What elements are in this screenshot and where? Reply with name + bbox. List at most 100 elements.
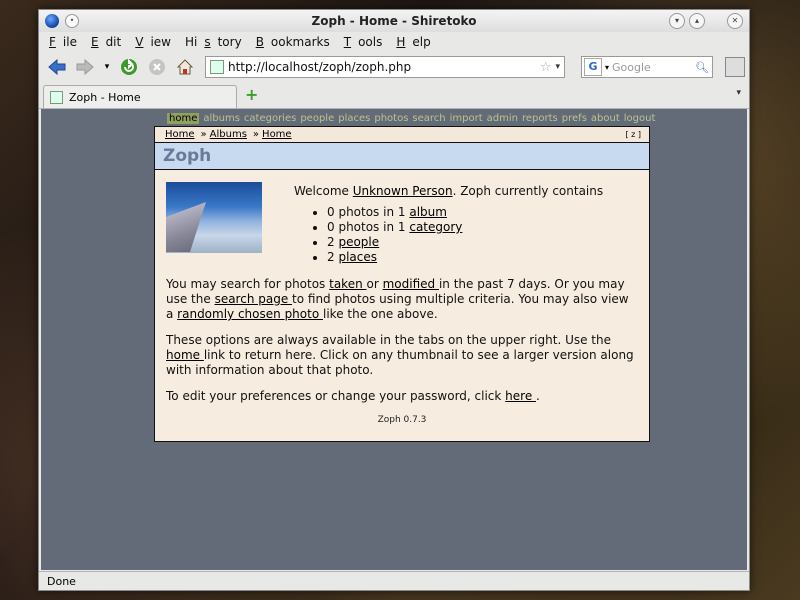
minimize-button[interactable]: ▾ (669, 13, 685, 29)
browser-window: • Zoph - Home - Shiretoko ▾ ▴ ✕ File Edi… (38, 9, 750, 591)
zoph-tab-menu: home albums categories people places photos se… (167, 113, 659, 124)
status-text: Done (47, 574, 76, 588)
p2-text: link to return here. Click on any thumbn… (166, 348, 634, 377)
menu-file[interactable]: File (45, 35, 87, 49)
welcome-pre: Welcome (294, 184, 353, 198)
window-title: Zoph - Home - Shiretoko (311, 14, 477, 28)
history-dropdown[interactable]: ▾ (101, 55, 113, 79)
welcome-post: . Zoph currently contains (452, 184, 604, 198)
zoph-tab-places[interactable]: places (338, 113, 370, 124)
tab-label: Zoph - Home (69, 90, 141, 104)
zoph-tab-admin[interactable]: admin (487, 113, 518, 124)
menu-edit-rest: dit (105, 35, 122, 49)
people-link[interactable]: people (338, 235, 379, 249)
bookmark-star-icon[interactable]: ☆ (540, 60, 552, 75)
home-link[interactable]: home (166, 348, 204, 362)
stop-button[interactable] (145, 55, 169, 79)
search-placeholder: Google (612, 60, 651, 74)
breadcrumb-separator: » (200, 129, 207, 140)
modified-link[interactable]: modified (383, 277, 439, 291)
search-engine-icon[interactable]: G (584, 58, 602, 76)
reload-button[interactable] (117, 55, 141, 79)
zoph-tab-albums[interactable]: albums (203, 113, 240, 124)
random-photo-thumbnail[interactable] (166, 182, 262, 253)
page-content: home albums categories people places photos se… (41, 109, 747, 570)
menu-history-pre: Hi (184, 35, 198, 49)
search-icon[interactable]: 🔍︎ (695, 61, 709, 74)
here-link[interactable]: here (505, 389, 536, 403)
zoph-tab-reports[interactable]: reports (522, 113, 558, 124)
title-bar[interactable]: • Zoph - Home - Shiretoko ▾ ▴ ✕ (39, 10, 749, 32)
p2-text: These options are always available in th… (166, 333, 611, 347)
zoph-tab-prefs[interactable]: prefs (562, 113, 587, 124)
forward-button[interactable] (73, 55, 97, 79)
places-link[interactable]: places (338, 250, 377, 264)
breadcrumb-albums[interactable]: Albums (210, 129, 247, 140)
menu-view-rest: iew (150, 35, 171, 49)
url-text: http://localhost/zoph/zoph.php (228, 60, 412, 74)
forward-arrow-icon (76, 59, 94, 75)
zoom-toggle[interactable]: [ z ] (625, 130, 641, 139)
menu-tools[interactable]: Tools (340, 35, 393, 49)
zoph-tab-about[interactable]: about (591, 113, 620, 124)
maximize-button[interactable]: ▴ (689, 13, 705, 29)
menu-edit[interactable]: Edit (87, 35, 131, 49)
menu-help[interactable]: Help (392, 35, 440, 49)
menu-history[interactable]: Hi s tory (181, 35, 252, 49)
back-arrow-icon (48, 59, 66, 75)
search-paragraph: You may search for photos taken or modif… (166, 277, 638, 322)
list-item: 2 places (327, 250, 638, 265)
tab-zoph-home[interactable]: Zoph - Home (43, 85, 237, 108)
home-icon (176, 59, 194, 75)
address-bar[interactable]: http://localhost/zoph/zoph.php ☆ ▾ (205, 56, 565, 78)
new-tab-plus-icon[interactable]: + (245, 85, 258, 104)
menu-file-accel: F (49, 35, 56, 49)
category-link[interactable]: category (409, 220, 462, 234)
p3-text: . (536, 389, 540, 403)
menu-file-rest: ile (62, 35, 77, 49)
menu-bookmarks[interactable]: Bookmarks (252, 35, 340, 49)
home-button[interactable] (173, 55, 197, 79)
window-list-button[interactable] (725, 57, 745, 77)
menu-help-accel: H (396, 35, 406, 49)
taken-link[interactable]: taken (329, 277, 366, 291)
zoph-tab-import[interactable]: import (450, 113, 483, 124)
status-bar: Done (39, 571, 749, 590)
main-panel: Home » Albums » Home [ z ] Zoph Welcome … (154, 126, 650, 442)
user-link[interactable]: Unknown Person (353, 184, 453, 198)
p1-text: or (366, 277, 383, 291)
breadcrumb: Home » Albums » Home [ z ] (155, 127, 649, 143)
breadcrumb-home[interactable]: Home (165, 129, 195, 140)
zoph-tab-people[interactable]: people (300, 113, 334, 124)
zoph-tab-home[interactable]: home (167, 113, 200, 124)
random-photo-link[interactable]: randomly chosen photo (177, 307, 323, 321)
page-title: Zoph (155, 143, 649, 170)
back-button[interactable] (45, 55, 69, 79)
search-box[interactable]: G ▾ Google 🔍︎ (581, 56, 713, 78)
zoph-tab-photos[interactable]: photos (374, 113, 408, 124)
breadcrumb-home-current[interactable]: Home (262, 129, 292, 140)
album-link[interactable]: album (409, 205, 447, 219)
zoph-tab-logout[interactable]: logout (624, 113, 656, 124)
tabs-paragraph: These options are always available in th… (166, 333, 638, 378)
menu-bookmarks-rest: ookmarks (270, 35, 330, 49)
stat-text: 2 (327, 250, 339, 264)
tab-favicon (50, 90, 63, 104)
menu-view-accel: V (135, 35, 144, 49)
zoph-tab-search[interactable]: search (412, 113, 445, 124)
tab-list-dropdown-icon[interactable]: ▾ (736, 88, 741, 98)
search-engine-dropdown-icon[interactable]: ▾ (605, 63, 609, 72)
url-dropdown-icon[interactable]: ▾ (555, 62, 560, 72)
prefs-paragraph: To edit your preferences or change your … (166, 389, 638, 404)
navigation-toolbar: ▾ http://localhost/zoph/zoph.php ☆ ▾ G ▾… (39, 52, 749, 82)
search-page-link[interactable]: search page (215, 292, 292, 306)
menu-edit-accel: E (90, 35, 99, 49)
menu-view[interactable]: View (131, 35, 181, 49)
close-button[interactable]: ✕ (727, 13, 743, 29)
p3-text: To edit your preferences or change your … (166, 389, 506, 403)
menu-bookmarks-accel: B (255, 35, 264, 49)
menu-history-accel: s (204, 35, 211, 49)
menu-history-rest: tory (217, 35, 242, 49)
zoph-tab-categories[interactable]: categories (244, 113, 296, 124)
stat-text: 0 photos in 1 (327, 220, 410, 234)
